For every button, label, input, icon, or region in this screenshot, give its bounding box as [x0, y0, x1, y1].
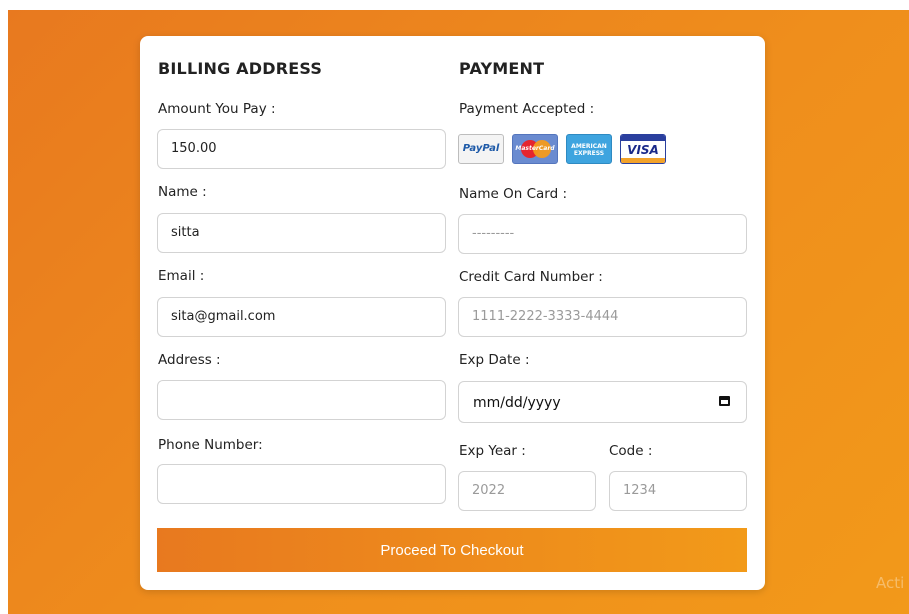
- exp-date-label: Exp Date :: [459, 352, 530, 368]
- exp-year-input[interactable]: 2022: [458, 471, 596, 511]
- phone-input[interactable]: [157, 464, 446, 504]
- amount-label: Amount You Pay :: [158, 101, 276, 117]
- calendar-icon[interactable]: [719, 396, 730, 406]
- visa-icon: VISA: [620, 134, 666, 164]
- payment-title: PAYMENT: [459, 59, 545, 78]
- name-label: Name :: [158, 184, 207, 200]
- exp-year-label: Exp Year :: [459, 443, 526, 459]
- name-on-card-input[interactable]: ---------: [458, 214, 747, 254]
- name-input[interactable]: sitta: [157, 213, 446, 253]
- mastercard-text: MasterCard: [515, 145, 555, 152]
- exp-date-input[interactable]: mm/dd/yyyy: [458, 381, 747, 423]
- mastercard-icon: MasterCard: [512, 134, 558, 164]
- code-label: Code :: [609, 443, 653, 459]
- activation-watermark: Acti: [876, 574, 905, 592]
- visa-text: VISA: [627, 143, 659, 157]
- amount-input[interactable]: 150.00: [157, 129, 446, 169]
- card-number-label: Credit Card Number :: [459, 269, 603, 285]
- card-number-input[interactable]: 1111-2222-3333-4444: [458, 297, 747, 337]
- phone-label: Phone Number:: [158, 437, 263, 453]
- checkout-card: BILLING ADDRESS Amount You Pay : 150.00 …: [140, 36, 765, 590]
- payment-accepted-label: Payment Accepted :: [459, 101, 595, 117]
- email-label: Email :: [158, 268, 205, 284]
- billing-title: BILLING ADDRESS: [158, 59, 323, 78]
- paypal-icon: PayPal: [458, 134, 504, 164]
- address-label: Address :: [158, 352, 221, 368]
- email-input[interactable]: sita@gmail.com: [157, 297, 446, 337]
- code-input[interactable]: 1234: [609, 471, 747, 511]
- address-input[interactable]: [157, 380, 446, 420]
- amex-icon: AMERICAN EXPRESS: [566, 134, 612, 164]
- name-on-card-label: Name On Card :: [459, 186, 568, 202]
- proceed-to-checkout-button[interactable]: Proceed To Checkout: [157, 528, 747, 572]
- exp-date-placeholder: mm/dd/yyyy: [473, 395, 561, 411]
